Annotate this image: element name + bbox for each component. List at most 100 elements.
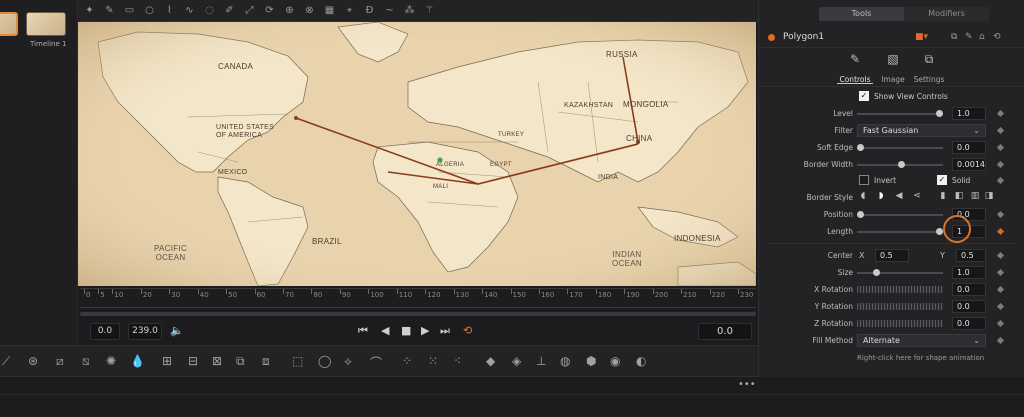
polygon-tool-icon[interactable]: ⌇ (164, 0, 175, 22)
go-to-start-icon[interactable]: ⏮ (358, 324, 368, 338)
particle-tool-icon[interactable]: ⁂ (404, 0, 415, 22)
size-slider[interactable] (857, 269, 943, 276)
bspline-mask-icon[interactable]: ⌒ (370, 354, 382, 371)
lock-icon[interactable]: ⌂ (979, 32, 985, 42)
keyframe-icon[interactable] (996, 109, 1005, 118)
3d-shape-icon[interactable]: ◆ (486, 354, 495, 368)
merge-icon[interactable]: ⊞ (162, 354, 172, 368)
magic-tool-icon[interactable]: ⚚ (424, 0, 435, 22)
lasso-tool-icon[interactable]: ◌ (204, 0, 215, 22)
slider-knob[interactable] (873, 269, 880, 276)
keyframe-icon[interactable] (996, 319, 1005, 328)
rect-tool-icon[interactable]: ▭ (124, 0, 135, 22)
join-square-icon[interactable]: ⋖ (911, 191, 923, 201)
bspline-tool-icon[interactable]: ∿ (184, 0, 195, 22)
cap-flat-icon[interactable]: ▮ (937, 191, 949, 201)
background-icon[interactable]: ⊛ (28, 354, 38, 368)
node-color-dot[interactable] (768, 34, 775, 41)
scrub-bar[interactable] (80, 312, 756, 316)
reset-icon[interactable]: ⟲ (993, 32, 1001, 42)
slider-knob[interactable] (936, 110, 943, 117)
invert-checkbox[interactable] (859, 175, 869, 185)
cap-padded-icon[interactable]: ◨ (983, 191, 995, 201)
key-tool-icon[interactable]: ⊗ (304, 0, 315, 22)
keyframe-icon[interactable] (996, 336, 1005, 345)
border-width-slider[interactable] (857, 161, 943, 168)
soft-edge-slider[interactable] (857, 144, 943, 151)
rectangle-mask-icon[interactable]: ⬚ (292, 354, 303, 368)
drop-icon[interactable]: 💧 (130, 354, 145, 368)
particle-emitter-icon[interactable]: ⁘ (402, 354, 412, 368)
keyframe-icon[interactable] (996, 227, 1005, 236)
render-start-field[interactable]: 0.0 (90, 323, 120, 340)
fill-method-dropdown[interactable]: Alternate ⌄ (857, 334, 986, 347)
paint-brush-icon[interactable]: ⟋ (2, 354, 10, 369)
join-bevel-icon[interactable]: ◖ (857, 191, 869, 201)
color-swatch-icon[interactable]: ■▾ (915, 32, 928, 42)
camera-3d-icon[interactable]: ◍ (560, 354, 570, 368)
viewer-canvas[interactable]: CANADA UNITED STATES OF AMERICA MEXICO B… (78, 22, 756, 286)
media-thumbnail-clip[interactable] (0, 12, 18, 36)
keyframe-icon[interactable] (996, 210, 1005, 219)
tab-modifiers[interactable]: Modifiers (904, 7, 989, 21)
cube-3d-icon[interactable]: ⬢ (586, 354, 596, 368)
text-tool-icon[interactable]: Ɖ (364, 0, 375, 22)
position-slider[interactable] (857, 211, 943, 218)
current-frame-field[interactable]: 0.0 (698, 323, 752, 340)
ellipse-tool-icon[interactable]: ○ (144, 0, 155, 22)
level-value[interactable]: 1.0 (952, 107, 986, 120)
polygon-mask-icon[interactable]: ⟡ (344, 354, 352, 369)
particle-render-icon[interactable]: ⁙ (428, 354, 438, 368)
pen-tool-icon[interactable]: ✎ (104, 0, 115, 22)
level-slider[interactable] (857, 110, 943, 117)
blur-icon[interactable]: ⧄ (56, 354, 64, 369)
audio-icon[interactable]: 🔈 (170, 324, 184, 337)
color-correct-icon[interactable]: ⧅ (82, 354, 90, 369)
media-out-icon[interactable]: ⊠ (212, 354, 222, 368)
x-rotation-value[interactable]: 0.0 (952, 283, 986, 296)
play-icon[interactable]: ▶ (421, 324, 429, 337)
slider-knob[interactable] (857, 144, 864, 151)
go-to-end-icon[interactable]: ⏭ (440, 324, 450, 338)
join-miter-icon[interactable]: ◀ (893, 191, 905, 201)
play-reverse-icon[interactable]: ◀ (381, 324, 389, 337)
media-in-icon[interactable]: ⊟ (188, 354, 198, 368)
timeline-thumbnail[interactable] (26, 12, 66, 36)
show-view-controls-checkbox[interactable]: ✓ (859, 91, 869, 101)
x-rotation-dial[interactable] (857, 286, 943, 293)
keyframe-icon[interactable] (996, 126, 1005, 135)
3d-text-icon[interactable]: ◈ (512, 354, 521, 368)
versions-icon[interactable]: ⧉ (951, 32, 957, 42)
mask-tool-icon[interactable]: ⊕ (284, 0, 295, 22)
tab-tools[interactable]: Tools (819, 7, 904, 21)
pin-icon[interactable]: ✎ (965, 32, 973, 42)
z-rotation-dial[interactable] (857, 320, 943, 327)
subtab-settings[interactable]: ⧉ Settings (907, 52, 951, 86)
3d-merge-icon[interactable]: ⊥ (536, 354, 546, 368)
join-round-icon[interactable]: ◗ (875, 191, 887, 201)
tracker-tool-icon[interactable]: ⌖ (344, 0, 355, 22)
cap-round-icon[interactable]: ◧ (953, 191, 965, 201)
loop-icon[interactable]: ⟲ (463, 324, 472, 337)
center-x-value[interactable]: 0.5 (875, 249, 909, 262)
particle-style-icon[interactable]: ⁖ (454, 354, 461, 368)
center-y-value[interactable]: 0.5 (956, 249, 986, 262)
text-node-icon[interactable]: ⧉ (236, 354, 245, 369)
ellipse-mask-icon[interactable]: ◯ (318, 354, 331, 368)
soft-edge-value[interactable]: 0.0 (952, 141, 986, 154)
paint-tool-icon[interactable]: ✐ (224, 0, 235, 22)
timeline-ruler[interactable]: 0 5 10 20 30 40 50 60 70 80 90 100 110 120 130 140 150 16… (80, 288, 756, 308)
keyframe-icon[interactable] (996, 285, 1005, 294)
render-3d-icon[interactable]: ◐ (636, 354, 646, 368)
keyframe-icon[interactable] (996, 176, 1005, 185)
wave-tool-icon[interactable]: ∼ (384, 0, 395, 22)
loader-icon[interactable]: ⧈ (262, 354, 270, 369)
render-end-field[interactable]: 239.0 (128, 323, 162, 340)
size-value[interactable]: 1.0 (952, 266, 986, 279)
stop-icon[interactable]: ■ (401, 324, 411, 337)
grid-tool-icon[interactable]: ▦ (324, 0, 335, 22)
keyframe-icon[interactable] (996, 143, 1005, 152)
y-rotation-value[interactable]: 0.0 (952, 300, 986, 313)
node-editor[interactable]: ••• (0, 377, 1024, 417)
cap-square-icon[interactable]: ▥ (969, 191, 981, 201)
